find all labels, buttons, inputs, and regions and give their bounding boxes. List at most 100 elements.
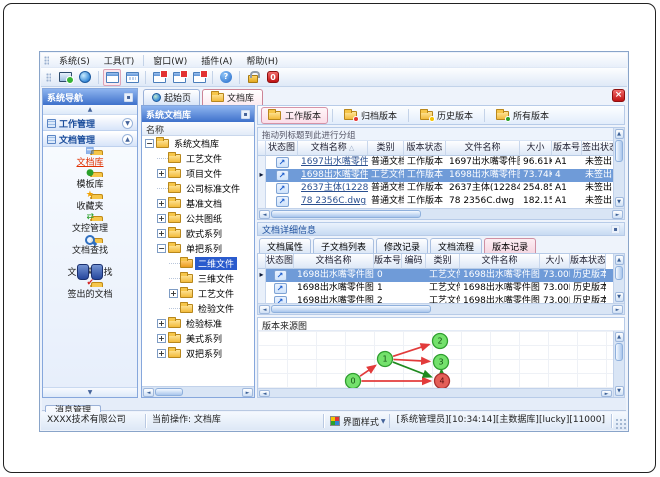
detail-tab-修改记录[interactable]: 修改记录 — [376, 238, 429, 253]
column-header-大小[interactable]: 大小 — [540, 254, 570, 269]
lock-icon[interactable] — [244, 69, 262, 86]
menu-item-3[interactable]: 插件(A) — [194, 53, 239, 68]
tab-起始页[interactable]: 起始页 — [143, 89, 201, 105]
window-icon[interactable] — [103, 68, 121, 86]
cell-版本状态[interactable]: 历史版本 — [570, 269, 606, 282]
column-header-文件名称[interactable]: 文件名称 — [460, 254, 540, 269]
version-node-0[interactable]: 0 — [344, 372, 362, 389]
system-status-icon[interactable] — [56, 69, 74, 86]
window-list-icon[interactable] — [123, 69, 141, 86]
column-header-状态图[interactable]: 状态图 — [266, 141, 298, 156]
cell-大小[interactable]: 73.00KB — [540, 269, 570, 282]
sidebar-item-签出的文档[interactable]: ✔ 签出的文档 — [43, 279, 137, 304]
sidebar-scroll-down[interactable]: ▼ — [43, 387, 137, 397]
sidebar-scroll-up[interactable]: ▲ — [43, 105, 137, 115]
scroll-down-icon[interactable]: ▼ — [614, 292, 624, 302]
table-row[interactable]: ▸↗1698出水嘴零件图.dwg工艺文件工作版本1698出水嘴零件图.dwg73… — [258, 169, 624, 182]
column-header-文档名称[interactable]: 文档名称 △ — [298, 141, 368, 156]
tree-item-公共图纸[interactable]: + 公共图纸 — [142, 211, 254, 226]
expand-icon[interactable]: + — [169, 289, 178, 298]
tree-item-公司标准文件[interactable]: 公司标准文件 — [142, 181, 254, 196]
cell-类别[interactable]: 工艺文件 — [426, 295, 460, 303]
scroll-right-icon[interactable]: ► — [242, 387, 253, 397]
cell-版本号[interactable]: A1 — [552, 182, 582, 195]
tree-item-单把系列[interactable]: − 单把系列 — [142, 241, 254, 256]
table-row[interactable]: ↗1698出水嘴零件图.dwg1工艺文件1698出水嘴零件图.dwg73.00K… — [258, 282, 624, 295]
cell-版本状态[interactable]: 工作版本 — [404, 169, 446, 182]
tree-item-工艺文件[interactable]: + 工艺文件 — [142, 286, 254, 301]
cell-版本状态[interactable]: 历史版本 — [570, 282, 606, 295]
tree-item-工艺文件[interactable]: 工艺文件 — [142, 151, 254, 166]
tree-item-双把系列[interactable]: + 双把系列 — [142, 346, 254, 361]
detail-tab-子文档列表[interactable]: 子文档列表 — [313, 238, 375, 253]
scroll-left-icon[interactable]: ◄ — [259, 304, 270, 314]
chevron-down-icon[interactable]: ▼ — [381, 418, 386, 425]
notice-icon[interactable] — [170, 69, 188, 86]
scroll-down-icon[interactable]: ▼ — [614, 197, 624, 207]
cell-版本号[interactable]: 4 — [552, 169, 582, 182]
button-归档版本[interactable]: 归档版本 — [337, 107, 404, 124]
cell-文件名称[interactable]: 1698出水嘴零件图.dwg — [446, 169, 520, 182]
menu-item-0[interactable]: 系统(S) — [52, 53, 97, 68]
pin-icon[interactable]: ▪ — [241, 109, 250, 119]
cell-版本号[interactable]: 1 — [374, 282, 402, 295]
cell-版本号[interactable]: A1 — [552, 156, 582, 169]
cell-大小[interactable]: 254.85KB — [520, 182, 552, 195]
menu-item-1[interactable]: 工具(T) — [97, 53, 142, 68]
cell-大小[interactable]: 73.00KB — [540, 295, 570, 303]
tree-item-三维文件[interactable]: 三维文件 — [142, 271, 254, 286]
exit-icon[interactable]: 0 — [264, 69, 282, 86]
cell-签出状态[interactable]: 未签出 — [582, 182, 616, 195]
button-历史版本[interactable]: 历史版本 — [413, 107, 480, 124]
sidebar-group-1[interactable]: 文档管理 ▲ — [43, 131, 137, 147]
cell-版本状态[interactable]: 工作版本 — [404, 195, 446, 208]
cell-版本状态[interactable]: 工作版本 — [404, 182, 446, 195]
graph-vscrollbar[interactable]: ▲ ▼ — [613, 331, 624, 397]
cell-文档名称[interactable]: 1698出水嘴零件图.dwg — [294, 269, 374, 282]
task-alert-icon[interactable] — [190, 69, 208, 86]
graph-hscrollbar[interactable]: ◄ ► — [258, 388, 613, 397]
cell-类别[interactable]: 工艺文件 — [426, 269, 460, 282]
table-row[interactable]: ↗2637主体(12284).dwg普通文档工作版本2637主体(12284).… — [258, 182, 624, 195]
button-工作版本[interactable]: 工作版本 — [261, 106, 329, 124]
column-header-版本状态[interactable]: 版本状态 — [570, 254, 606, 269]
table-row[interactable]: ↗78 2356C.dwg普通文档工作版本78 2356C.dwg182.15K… — [258, 195, 624, 208]
collapse-icon[interactable]: − — [157, 244, 166, 253]
column-header-签出状态[interactable]: 签出状态 — [582, 141, 616, 156]
table-row[interactable]: ▸↗1698出水嘴零件图.dwg0工艺文件1698出水嘴零件图.dwg73.00… — [258, 269, 624, 282]
menu-drag-handle-icon[interactable] — [44, 55, 49, 65]
expand-icon[interactable]: + — [157, 169, 166, 178]
scroll-left-icon[interactable]: ◄ — [143, 387, 154, 397]
cell-状态图[interactable]: ↗ — [266, 269, 294, 282]
tree-item-基准文档[interactable]: + 基准文档 — [142, 196, 254, 211]
tree-item-检验标准[interactable]: + 检验标准 — [142, 316, 254, 331]
cell-状态图[interactable]: ↗ — [266, 282, 294, 295]
menu-item-4[interactable]: 帮助(H) — [239, 53, 285, 68]
tab-文档库[interactable]: 文档库 — [202, 89, 264, 105]
column-header-版本号[interactable]: 版本号 — [374, 254, 402, 269]
cell-状态图[interactable]: ↗ — [266, 195, 298, 208]
scroll-thumb[interactable] — [615, 343, 623, 361]
cell-大小[interactable]: 73.00KB — [540, 282, 570, 295]
cell-签出状态[interactable]: 未签出 — [582, 169, 616, 182]
chevron-down-icon[interactable]: ▼ — [122, 117, 133, 129]
scroll-thumb[interactable] — [155, 388, 183, 396]
pin-icon[interactable]: ▪ — [124, 92, 133, 102]
detail-tab-文档属性[interactable]: 文档属性 — [259, 238, 312, 253]
tree-item-检验文件[interactable]: 检验文件 — [142, 301, 254, 316]
cell-状态图[interactable]: ↗ — [266, 156, 298, 169]
scroll-left-icon[interactable]: ◄ — [259, 209, 270, 219]
expand-icon[interactable]: + — [157, 199, 166, 208]
cell-版本号[interactable]: 0 — [374, 269, 402, 282]
table-row[interactable]: ↗1697出水嘴零件图.dwg普通文档工作版本1697出水嘴零件图.dwg96.… — [258, 156, 624, 169]
scroll-up-icon[interactable]: ▲ — [614, 129, 624, 139]
resize-grip-icon[interactable] — [614, 417, 627, 430]
chevron-up-icon[interactable]: ▲ — [122, 133, 133, 145]
cell-文档名称[interactable]: 2637主体(12284).dwg — [298, 182, 368, 195]
column-header-文件名称[interactable]: 文件名称 — [446, 141, 520, 156]
cell-编码[interactable] — [402, 282, 426, 295]
version-table-hscrollbar[interactable]: ◄ ► — [258, 303, 624, 314]
cell-文档名称[interactable]: 1698出水嘴零件图.dwg — [294, 282, 374, 295]
expand-icon[interactable]: + — [157, 349, 166, 358]
tree-item-二维文件[interactable]: 二维文件 — [142, 256, 254, 271]
